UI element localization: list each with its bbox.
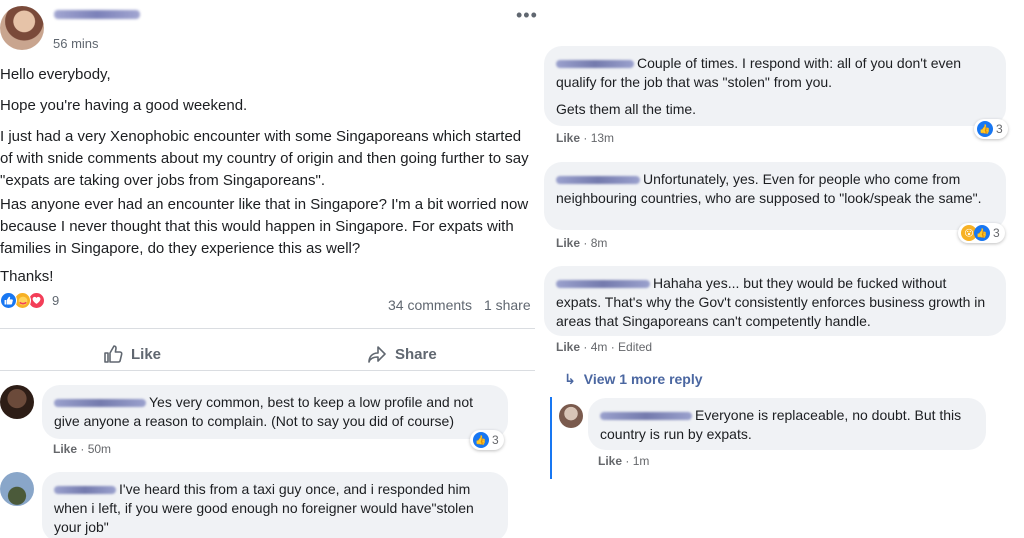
more-options-icon[interactable]: ••• bbox=[516, 6, 538, 24]
shares-count-link[interactable]: 1 share bbox=[484, 297, 531, 313]
comment-reaction-badge[interactable]: 😮 👍 3 bbox=[958, 223, 1005, 243]
thumbs-up-icon bbox=[104, 345, 123, 363]
share-arrow-icon bbox=[368, 346, 386, 363]
commenter-name-redacted[interactable] bbox=[54, 399, 146, 408]
commenter-name-redacted[interactable] bbox=[556, 280, 650, 289]
commenter-avatar[interactable] bbox=[0, 385, 34, 419]
comment-bubble: I've heard this from a taxi guy once, an… bbox=[42, 472, 508, 538]
reactions-count: 9 bbox=[52, 293, 60, 308]
reply-like-link[interactable]: Like bbox=[598, 454, 622, 468]
like-button[interactable]: Like bbox=[103, 344, 161, 364]
post-paragraph: Has anyone ever had an encounter like th… bbox=[0, 196, 529, 257]
post-paragraph: Hope you're having a good weekend. bbox=[0, 97, 248, 114]
author-avatar[interactable] bbox=[0, 6, 44, 50]
comment-reaction-count: 3 bbox=[993, 226, 1000, 240]
commenter-name-redacted[interactable] bbox=[54, 486, 116, 495]
share-button[interactable]: Share bbox=[367, 344, 437, 364]
commenter-avatar[interactable] bbox=[559, 404, 583, 428]
post-card: 56 mins ••• Hello everybody, Hope you're… bbox=[0, 0, 540, 538]
comment-bubble: Yes very common, best to keep a low prof… bbox=[42, 385, 508, 439]
comment-bubble: Couple of times. I respond with: all of … bbox=[544, 46, 1006, 126]
comment-edited-label[interactable]: Edited bbox=[618, 340, 652, 354]
comment-like-link[interactable]: Like bbox=[556, 131, 580, 145]
comment-meta: Like · 13m bbox=[556, 131, 615, 145]
view-more-replies-label: View 1 more reply bbox=[583, 371, 703, 387]
comment-reaction-badge[interactable]: 👍 3 bbox=[974, 119, 1008, 139]
comments-count-link[interactable]: 34 comments bbox=[388, 297, 472, 313]
view-more-replies-link[interactable]: ↳ View 1 more reply bbox=[564, 371, 703, 388]
comment-meta: Like · 50m bbox=[53, 442, 112, 456]
commenter-name-redacted[interactable] bbox=[556, 176, 640, 185]
like-reaction-icon: 👍 bbox=[974, 225, 990, 241]
like-reaction-icon: 👍 bbox=[977, 121, 993, 137]
reply-bubble: Everyone is replaceable, no doubt. But t… bbox=[588, 398, 986, 450]
post-timestamp[interactable]: 56 mins bbox=[53, 36, 99, 51]
comment-time[interactable]: 13m bbox=[591, 131, 614, 145]
divider bbox=[0, 328, 535, 329]
comment-time[interactable]: 4m bbox=[591, 340, 608, 354]
reply-arrow-icon: ↳ bbox=[564, 371, 576, 387]
like-reaction-icon: 👍 bbox=[473, 432, 489, 448]
comment-time[interactable]: 50m bbox=[88, 442, 111, 456]
commenter-name-redacted[interactable] bbox=[600, 412, 692, 421]
share-button-label: Share bbox=[395, 345, 437, 363]
post-stats: 34 comments 1 share bbox=[388, 297, 531, 313]
comment-reaction-count: 3 bbox=[996, 122, 1003, 136]
comment-reaction-count: 3 bbox=[492, 433, 499, 447]
reactions-summary[interactable]: 9 bbox=[0, 292, 59, 309]
comment-text: I've heard this from a taxi guy once, an… bbox=[54, 481, 474, 535]
like-reaction-icon bbox=[0, 292, 17, 309]
comment-meta: Like · 8m bbox=[556, 236, 608, 250]
like-button-label: Like bbox=[131, 345, 162, 363]
comment-bubble: Unfortunately, yes. Even for people who … bbox=[544, 162, 1006, 230]
comment-like-link[interactable]: Like bbox=[556, 236, 580, 250]
comment-like-link[interactable]: Like bbox=[556, 340, 580, 354]
reply-meta: Like · 1m bbox=[598, 454, 650, 468]
comment-bubble: Hahaha yes... but they would be fucked w… bbox=[544, 266, 1006, 336]
comment-like-link[interactable]: Like bbox=[53, 442, 77, 456]
divider bbox=[0, 370, 535, 371]
commenter-avatar[interactable] bbox=[0, 472, 34, 506]
comment-meta: Like · 4m · Edited bbox=[556, 340, 653, 354]
reply-time[interactable]: 1m bbox=[633, 454, 650, 468]
post-paragraph: I just had a very Xenophobic encounter w… bbox=[0, 128, 529, 189]
commenter-name-redacted[interactable] bbox=[556, 60, 634, 69]
author-name-redacted[interactable] bbox=[54, 10, 140, 19]
post-paragraph: Hello everybody, bbox=[0, 66, 111, 83]
reply-thread-line bbox=[550, 397, 552, 479]
comment-reaction-badge[interactable]: 👍 3 bbox=[470, 430, 504, 450]
post-paragraph: Thanks! bbox=[0, 268, 54, 285]
post-text: Hello everybody, Hope you're having a go… bbox=[0, 64, 535, 297]
comment-text-line: Gets them all the time. bbox=[556, 101, 697, 117]
comment-time[interactable]: 8m bbox=[591, 236, 608, 250]
